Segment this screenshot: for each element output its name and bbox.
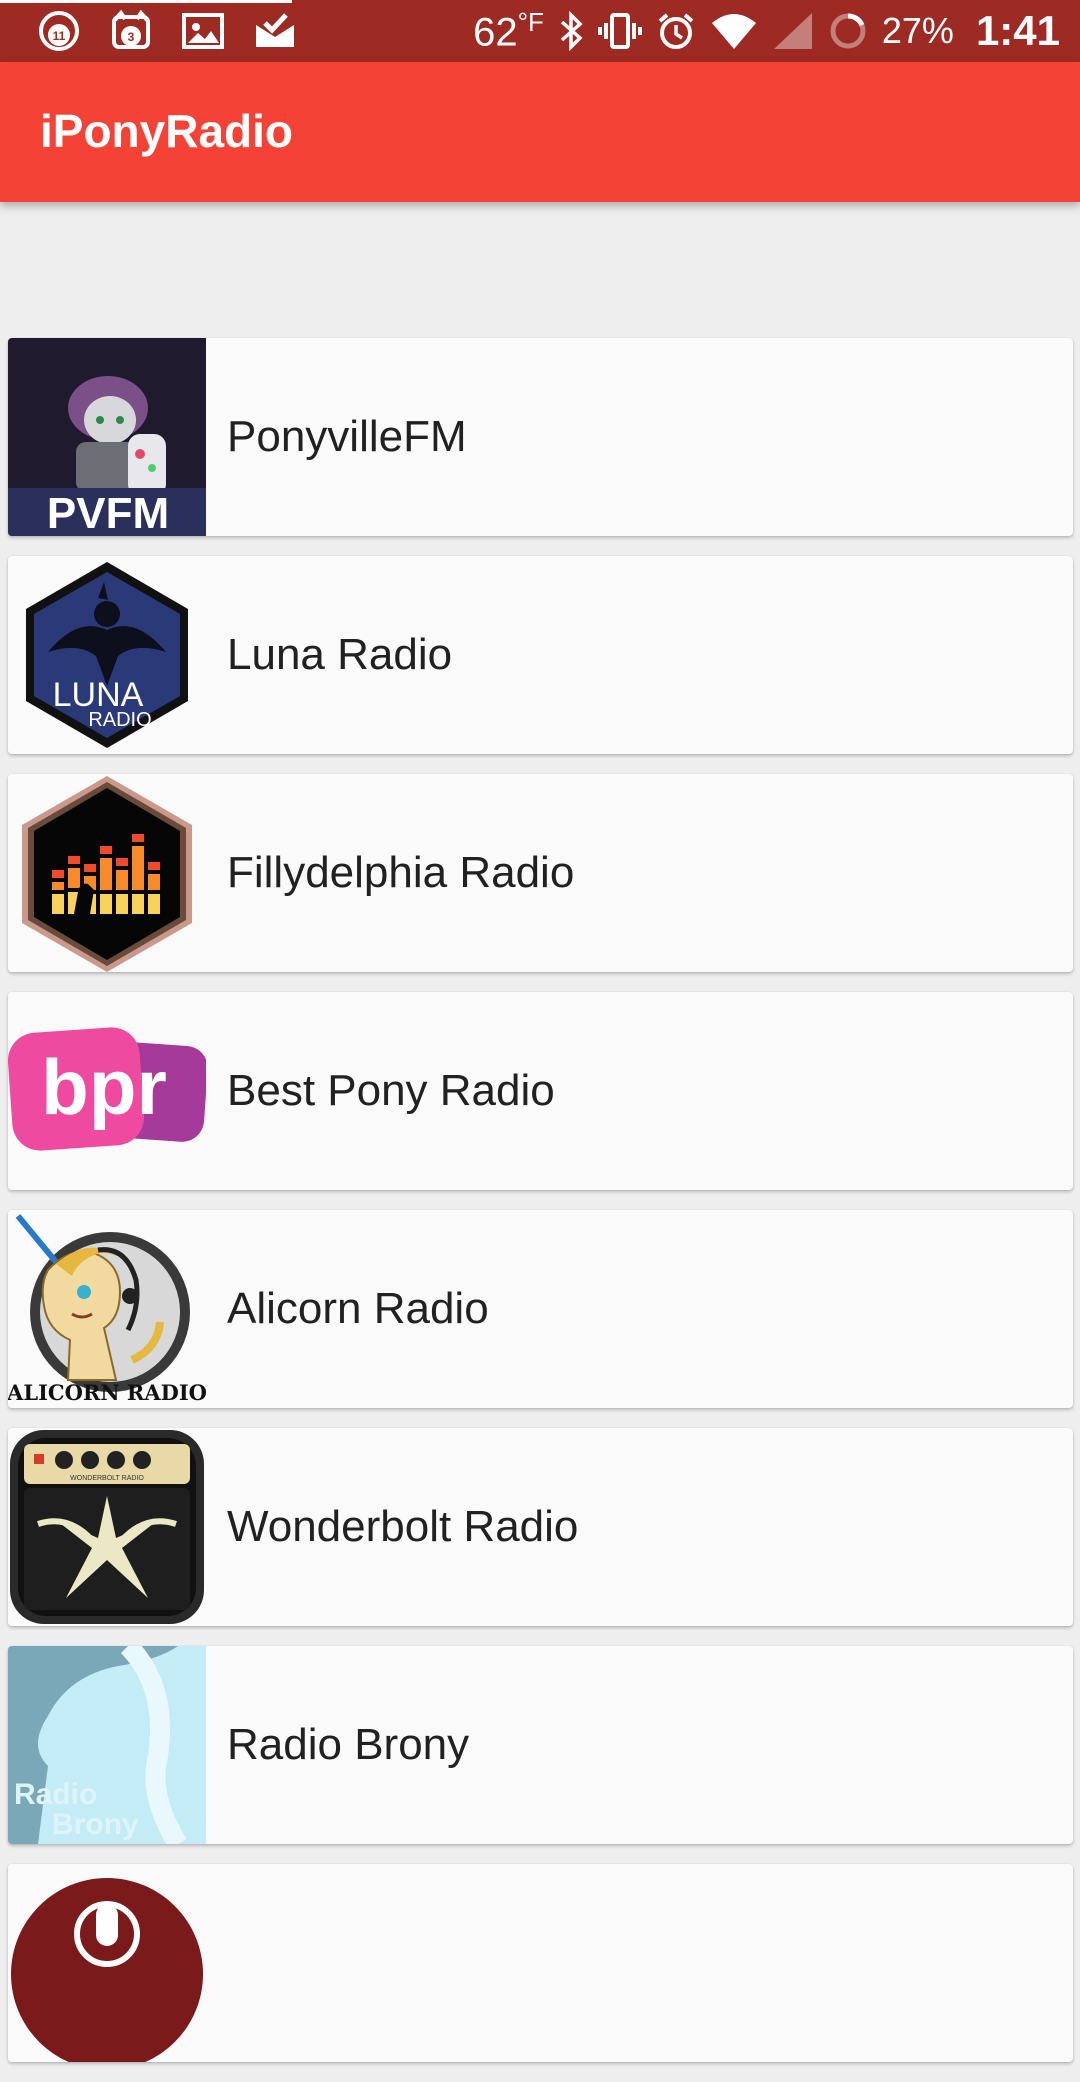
status-bar: 11 3 62°F 27% 1:41: [0, 0, 1080, 62]
ponyvillefm-logo: PVFM: [8, 338, 206, 536]
temperature-unit: °F: [517, 6, 544, 37]
fillydelphia-radio-logo: [8, 774, 206, 972]
notification-badge-1: 11: [53, 29, 66, 43]
temperature-value: 62: [473, 10, 518, 55]
system-status: 62°F 27% 1:41: [473, 0, 1060, 62]
ponyvillefm-logo-text: PVFM: [47, 489, 169, 536]
best-pony-radio-logo-text: bpr: [41, 1043, 167, 1131]
station-card-best-pony-radio[interactable]: bpr Best Pony Radio: [8, 992, 1073, 1190]
station-card-ponyvillefm[interactable]: PVFM PonyvilleFM: [8, 338, 1073, 536]
station-card-partial[interactable]: [8, 1864, 1073, 2062]
image-icon: [180, 8, 226, 54]
station-name: Fillydelphia Radio: [227, 848, 575, 897]
station-card-luna-radio[interactable]: LUNA RADIO Luna Radio: [8, 556, 1073, 754]
app-title: iPonyRadio: [40, 105, 294, 157]
svg-text:RADIO: RADIO: [88, 709, 151, 731]
app-bar: iPonyRadio: [0, 62, 1080, 202]
station-card-fillydelphia-radio[interactable]: Fillydelphia Radio: [8, 774, 1073, 972]
bluetooth-icon: [560, 11, 583, 51]
wifi-icon: [711, 14, 756, 49]
notification-icons: 11 3: [36, 8, 298, 54]
temperature: 62°F: [473, 7, 544, 55]
station-name: Wonderbolt Radio: [227, 1502, 579, 1551]
alarm-icon: [658, 13, 694, 49]
radio-brony-logo: Radio Brony: [8, 1646, 206, 1844]
svg-text:Radio: Radio: [14, 1778, 97, 1811]
station-card-alicorn-radio[interactable]: ALICORN RADIO Alicorn Radio: [8, 1210, 1073, 1408]
clock: 1:41: [975, 7, 1060, 54]
wonderbolt-radio-logo-text: WONDERBOLT RADIO: [70, 1475, 144, 1482]
station-name: PonyvilleFM: [227, 412, 467, 461]
app-notification-icon: 11: [36, 8, 82, 54]
cell-signal-icon: [773, 13, 812, 49]
status-progress-indicator: [0, 0, 292, 3]
vibrate-icon: [597, 13, 642, 49]
station-name: Best Pony Radio: [227, 1066, 555, 1115]
station-name: Luna Radio: [227, 630, 453, 679]
battery-icon: [830, 13, 866, 49]
battery-percent: 27%: [881, 10, 954, 51]
station-name: Radio Brony: [227, 1720, 470, 1769]
luna-radio-logo: LUNA RADIO: [8, 556, 206, 754]
best-pony-radio-logo: bpr: [8, 992, 206, 1190]
notification-badge-2: 3: [128, 30, 135, 44]
station-list[interactable]: PVFM PonyvilleFM LUNA RADIO Luna Radio F…: [8, 338, 1073, 2082]
station-card-wonderbolt-radio[interactable]: WONDERBOLT RADIO Wonderbolt Radio: [8, 1428, 1073, 1626]
station-card-radio-brony[interactable]: Radio Brony Radio Brony: [8, 1646, 1073, 1844]
svg-text:Brony: Brony: [52, 1808, 139, 1841]
app-notification-icon: 3: [108, 8, 154, 54]
alicorn-radio-logo: ALICORN RADIO: [8, 1210, 206, 1408]
microphone-logo: [8, 1864, 206, 2062]
alicorn-radio-logo-text: ALICORN RADIO: [8, 1380, 206, 1405]
mail-check-icon: [252, 8, 298, 54]
station-name: Alicorn Radio: [227, 1284, 489, 1333]
wonderbolt-radio-logo: WONDERBOLT RADIO: [8, 1428, 206, 1626]
